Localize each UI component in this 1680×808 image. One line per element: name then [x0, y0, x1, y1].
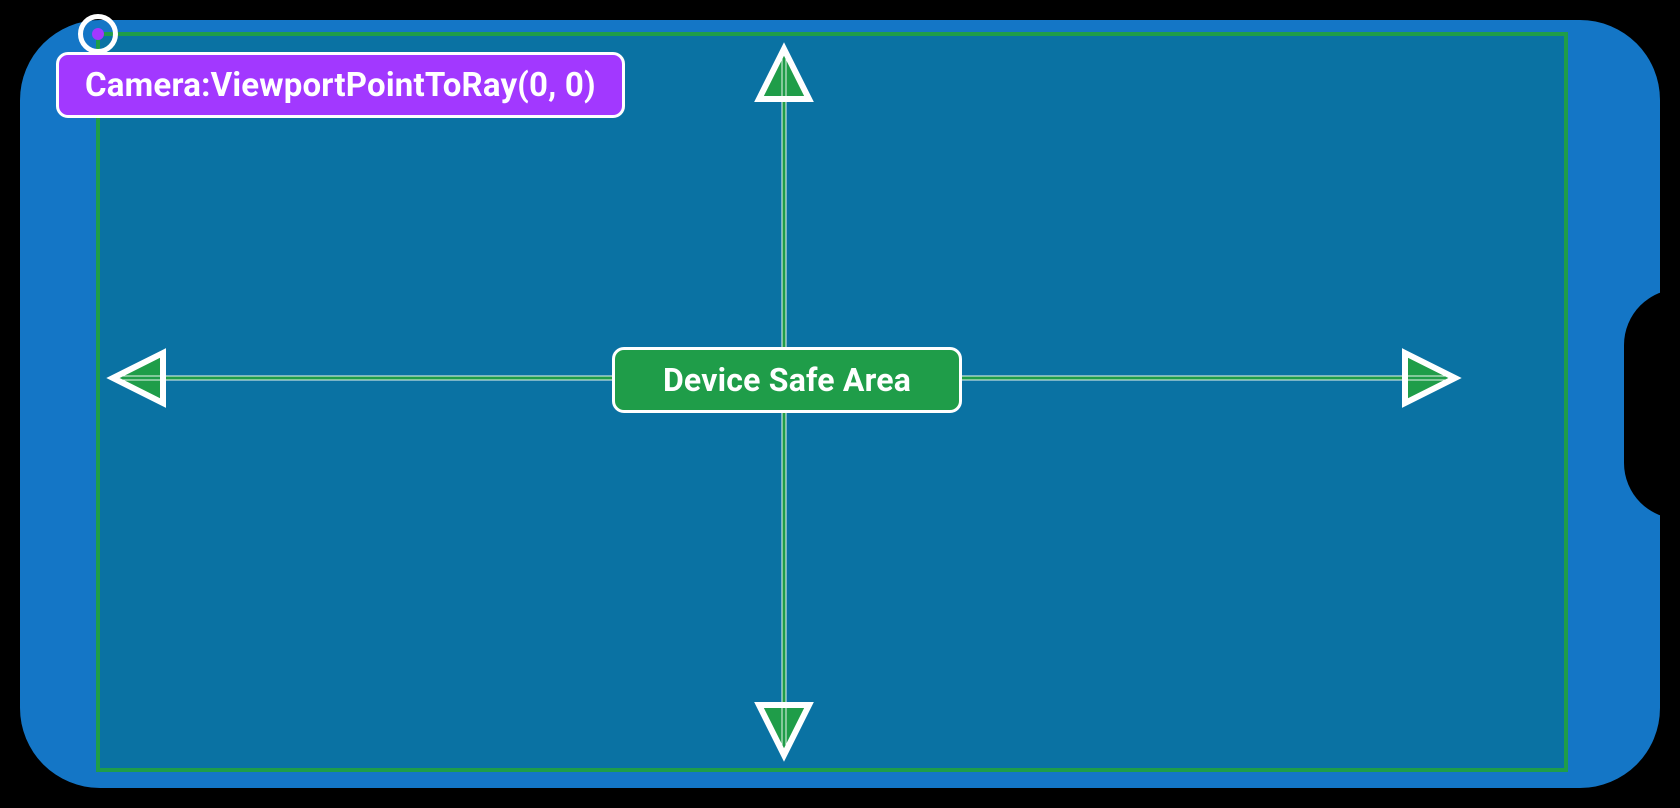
origin-marker-icon	[78, 14, 118, 54]
diagram-stage: Device Safe Area Camera:ViewportPointToR…	[0, 0, 1680, 808]
origin-callout: Camera:ViewportPointToRay(0, 0)	[56, 52, 625, 118]
safe-area-badge: Device Safe Area	[612, 347, 962, 413]
origin-callout-label: Camera:ViewportPointToRay(0, 0)	[85, 66, 596, 105]
safe-area-label: Device Safe Area	[663, 361, 911, 399]
device-notch	[1624, 289, 1680, 519]
